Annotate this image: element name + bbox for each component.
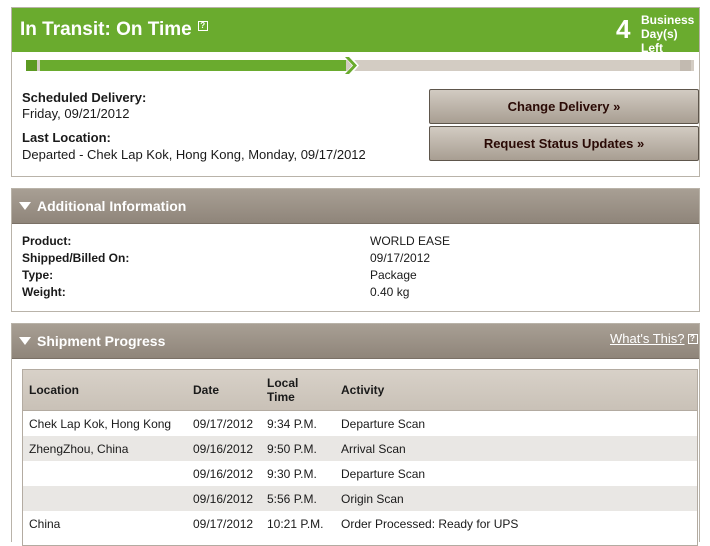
days-left-label-line1: Business xyxy=(641,13,695,27)
row-date: 09/16/2012 xyxy=(193,467,254,481)
row-location: ZhengZhou, China xyxy=(29,442,129,456)
additional-information-header[interactable]: Additional Information xyxy=(12,189,699,224)
column-local-time-line2: Time xyxy=(267,390,295,404)
row-time: 9:50 P.M. xyxy=(267,442,317,456)
row-time: 5:56 P.M. xyxy=(267,492,317,506)
weight-value: 0.40 kg xyxy=(370,285,410,299)
collapse-triangle-icon xyxy=(19,337,31,345)
row-activity: Departure Scan xyxy=(341,417,426,431)
progress-end-marker xyxy=(680,60,691,71)
table-row: Chek Lap Kok, Hong Kong 09/17/2012 9:34 … xyxy=(23,411,697,436)
days-left-count: 4 xyxy=(616,14,631,44)
type-value: Package xyxy=(370,268,417,282)
row-activity: Order Processed: Ready for UPS xyxy=(341,517,519,531)
table-header: Location Date Local Time Activity xyxy=(23,370,697,411)
request-status-updates-button[interactable]: Request Status Updates » xyxy=(429,126,699,161)
type-label: Type: xyxy=(22,268,54,282)
shipment-progress-table: Location Date Local Time Activity Chek L… xyxy=(22,369,698,546)
row-location: Chek Lap Kok, Hong Kong xyxy=(29,417,172,431)
row-time: 9:34 P.M. xyxy=(267,417,317,431)
days-left-label-line2: Day(s) Left xyxy=(641,27,678,55)
table-row: China 09/17/2012 10:21 P.M. Order Proces… xyxy=(23,511,697,536)
weight-label: Weight: xyxy=(22,285,66,299)
row-activity: Origin Scan xyxy=(341,492,404,506)
scheduled-delivery-label: Scheduled Delivery: xyxy=(22,90,147,105)
whats-this-link[interactable]: What's This?? xyxy=(610,331,698,346)
last-location-value: Departed - Chek Lap Kok, Hong Kong, Mond… xyxy=(22,147,366,162)
shipment-progress-title: Shipment Progress xyxy=(37,333,166,349)
days-left-label: Business Day(s) Left xyxy=(641,13,699,55)
row-date: 09/16/2012 xyxy=(193,492,254,506)
shipment-progress-panel: Shipment Progress What's This?? Location… xyxy=(11,323,700,546)
additional-information-title: Additional Information xyxy=(37,198,187,214)
row-activity: Arrival Scan xyxy=(341,442,406,456)
column-activity: Activity xyxy=(341,383,385,397)
column-location: Location xyxy=(29,383,79,397)
row-time: 9:30 P.M. xyxy=(267,467,317,481)
progress-chevron-icon xyxy=(343,55,359,76)
shipped-billed-value: 09/17/2012 xyxy=(370,251,431,265)
table-row: 09/16/2012 9:30 P.M. Departure Scan xyxy=(23,461,697,486)
delivery-progress-fill xyxy=(40,60,346,71)
row-activity: Departure Scan xyxy=(341,467,426,481)
collapse-triangle-icon xyxy=(19,202,31,210)
column-local-time: Local Time xyxy=(267,376,298,404)
column-local-time-line1: Local xyxy=(267,376,299,390)
progress-start-marker xyxy=(26,60,37,71)
row-date: 09/17/2012 xyxy=(193,417,254,431)
row-location: China xyxy=(29,517,61,531)
shipped-billed-label: Shipped/Billed On: xyxy=(22,251,130,265)
whats-this-label: What's This? xyxy=(610,331,685,346)
additional-information-panel: Additional Information Product: WORLD EA… xyxy=(11,188,700,312)
row-date: 09/16/2012 xyxy=(193,442,254,456)
shipment-progress-header[interactable]: Shipment Progress What's This?? xyxy=(12,324,699,359)
row-date: 09/17/2012 xyxy=(193,517,254,531)
help-icon[interactable]: ? xyxy=(197,21,208,31)
column-date: Date xyxy=(193,383,220,397)
last-location-label: Last Location: xyxy=(22,130,111,145)
scheduled-delivery-value: Friday, 09/21/2012 xyxy=(22,106,130,121)
status-panel: In Transit: On Time? 4 Business Day(s) L… xyxy=(11,7,700,177)
row-time: 10:21 P.M. xyxy=(267,517,324,531)
status-title: In Transit: On Time xyxy=(20,19,192,40)
table-row: ZhengZhou, China 09/16/2012 9:50 P.M. Ar… xyxy=(23,436,697,461)
product-value: WORLD EASE xyxy=(370,234,451,248)
help-icon: ? xyxy=(687,334,698,344)
status-header: In Transit: On Time? 4 Business Day(s) L… xyxy=(12,8,699,55)
product-label: Product: xyxy=(22,234,72,248)
table-row: 09/16/2012 5:56 P.M. Origin Scan xyxy=(23,486,697,511)
change-delivery-button[interactable]: Change Delivery » xyxy=(429,89,699,124)
status-title-wrap: In Transit: On Time? xyxy=(20,19,208,41)
